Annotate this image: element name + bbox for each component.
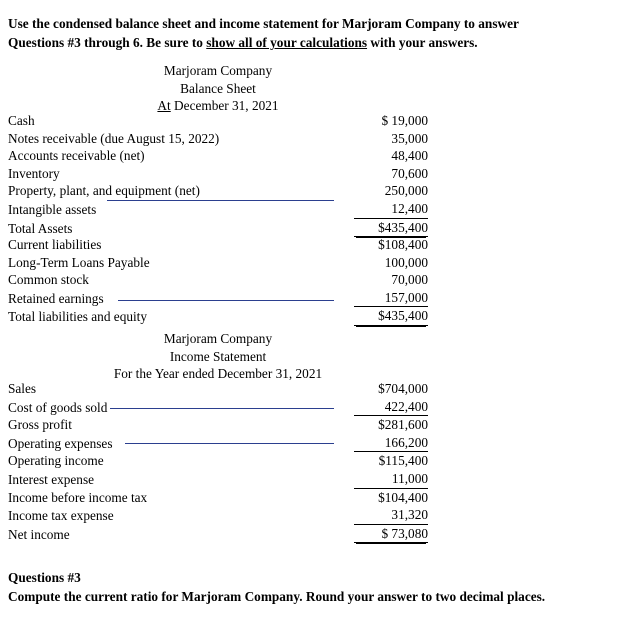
income-statement-company: Marjoram Company xyxy=(163,331,273,346)
income-statement-table: Sales $704,000 Cost of goods sold 422,40… xyxy=(8,380,428,544)
table-row: Cost of goods sold 422,400 xyxy=(8,398,428,417)
income-amount-7: 31,320 xyxy=(336,506,428,525)
liabilities-amount-0: $108,400 xyxy=(378,237,428,252)
table-row: Income before income tax $104,400 xyxy=(8,489,428,507)
assets-label-3: Inventory xyxy=(8,165,60,181)
liabilities-label-total: Total liabilities and equity xyxy=(8,309,148,325)
income-amount-net: $ 73,080 xyxy=(336,525,428,544)
liabilities-label-0: Current liabilities xyxy=(8,237,102,252)
assets-label-0: Cash xyxy=(8,113,35,128)
instructions-emphasis: show all of your calculations xyxy=(206,35,368,50)
table-row: Inventory 70,600 xyxy=(8,165,428,183)
income-label-4: Operating income xyxy=(8,453,104,469)
table-row: Notes receivable (due August 15, 2022) 3… xyxy=(8,130,428,148)
income-amount-0: $704,000 xyxy=(378,381,428,396)
leader-rule-operating-expenses xyxy=(125,443,334,444)
liabilities-amount-2: 70,000 xyxy=(391,272,428,288)
instructions-line1-part1: Use the condensed balance sheet and inco… xyxy=(8,16,342,31)
table-row: Current liabilities $108,400 xyxy=(8,236,428,254)
income-label-5: Interest expense xyxy=(8,471,95,487)
income-label-0: Sales xyxy=(8,381,37,396)
instructions-line1-part3: to answer xyxy=(460,16,519,31)
table-row: Long-Term Loans Payable 100,000 xyxy=(8,254,428,272)
table-row: Intangible assets 12,400 xyxy=(8,200,428,219)
balance-sheet-date-prefix: At xyxy=(157,98,171,113)
balance-sheet-company: Marjoram Company xyxy=(163,63,273,78)
table-row: Sales $704,000 xyxy=(8,380,428,398)
income-label-net: Net income xyxy=(8,526,70,542)
assets-amount-0: $ 19,000 xyxy=(381,113,428,128)
table-row: Accounts receivable (net) 48,400 xyxy=(8,147,428,165)
income-amount-1: 422,400 xyxy=(336,398,428,417)
balance-sheet-date-value: December 31, 2021 xyxy=(170,98,279,113)
instructions-line2-part1: Questions #3 through 6. Be sure to xyxy=(8,35,207,50)
balance-sheet-heading: Marjoram Company Balance Sheet At Decemb… xyxy=(8,62,428,115)
instructions-company-name: Marjoram Company xyxy=(342,16,461,31)
table-row: Operating income $115,400 xyxy=(8,452,428,470)
table-row: Interest expense 11,000 xyxy=(8,470,428,489)
instructions-paragraph: Use the condensed balance sheet and inco… xyxy=(8,14,608,52)
liabilities-label-3: Retained earnings xyxy=(8,290,104,306)
income-statement-heading: Marjoram Company Income Statement For th… xyxy=(8,330,428,383)
income-statement-table-body: Sales $704,000 Cost of goods sold 422,40… xyxy=(8,380,428,544)
assets-label-2: Accounts receivable (net) xyxy=(8,148,145,164)
leader-rule-intangible xyxy=(107,200,334,201)
income-label-1: Cost of goods sold xyxy=(8,399,108,415)
income-amount-2: $281,600 xyxy=(378,417,428,433)
table-row: Total Assets $435,400 xyxy=(8,219,428,238)
assets-amount-5: 12,400 xyxy=(336,200,428,219)
instructions-line2-part3: with your answers. xyxy=(367,35,478,50)
table-row: Retained earnings 157,000 xyxy=(8,289,428,308)
assets-amount-4: 250,000 xyxy=(384,183,428,199)
table-row: Common stock 70,000 xyxy=(8,271,428,289)
assets-label-4: Property, plant, and equipment (net) xyxy=(8,183,200,199)
assets-table-body: Cash $ 19,000 Notes receivable (due Augu… xyxy=(8,112,428,238)
table-row: Cash $ 19,000 xyxy=(8,112,428,130)
question-heading: Questions #3 xyxy=(8,570,81,585)
question-prompt: Compute the current ratio for Marjoram C… xyxy=(8,589,546,604)
table-row: Property, plant, and equipment (net) 250… xyxy=(8,182,428,200)
income-amount-4: $115,400 xyxy=(378,453,428,469)
income-amount-6: $104,400 xyxy=(378,489,428,505)
liabilities-label-1: Long-Term Loans Payable xyxy=(8,254,150,270)
leader-rule-cogs xyxy=(110,408,334,409)
table-row: Net income $ 73,080 xyxy=(8,525,428,544)
question-block: Questions #3 Compute the current ratio f… xyxy=(8,568,614,606)
liabilities-table: Current liabilities $108,400 Long-Term L… xyxy=(8,236,428,326)
assets-table: Cash $ 19,000 Notes receivable (due Augu… xyxy=(8,112,428,238)
liabilities-amount-1: 100,000 xyxy=(384,254,428,270)
income-amount-3: 166,200 xyxy=(336,434,428,453)
liabilities-amount-total: $435,400 xyxy=(336,307,428,326)
income-statement-name: Income Statement xyxy=(169,348,267,364)
assets-amount-1: 35,000 xyxy=(391,130,428,146)
table-row: Gross profit $281,600 xyxy=(8,416,428,434)
liabilities-amount-3: 157,000 xyxy=(336,289,428,308)
liabilities-label-2: Common stock xyxy=(8,272,89,288)
assets-amount-2: 48,400 xyxy=(391,148,428,164)
assets-label-1: Notes receivable (due August 15, 2022) xyxy=(8,130,220,146)
assets-label-5: Intangible assets xyxy=(8,201,97,217)
document-page: Use the condensed balance sheet and inco… xyxy=(0,0,622,624)
income-label-7: Income tax expense xyxy=(8,508,114,524)
assets-amount-3: 70,600 xyxy=(391,165,428,181)
income-label-2: Gross profit xyxy=(8,417,72,433)
leader-rule-retained-earnings xyxy=(118,300,334,301)
income-amount-5: 11,000 xyxy=(336,470,428,489)
table-row: Total liabilities and equity $435,400 xyxy=(8,307,428,326)
table-row: Income tax expense 31,320 xyxy=(8,506,428,525)
balance-sheet-statement-name: Balance Sheet xyxy=(180,80,256,96)
assets-amount-total: $435,400 xyxy=(336,219,428,238)
assets-label-total: Total Assets xyxy=(8,220,73,236)
liabilities-table-body: Current liabilities $108,400 Long-Term L… xyxy=(8,236,428,326)
income-label-6: Income before income tax xyxy=(8,489,148,505)
